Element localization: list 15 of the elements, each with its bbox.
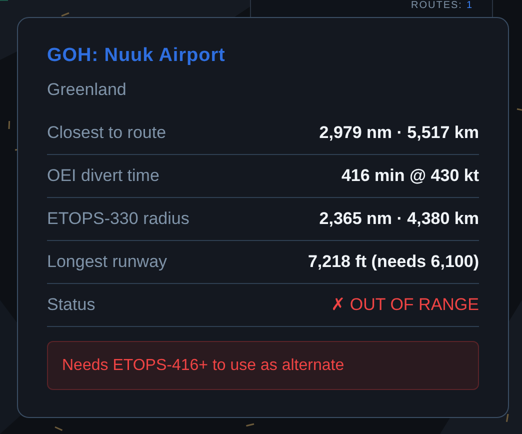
row-value: 7,218 ft (needs 6,100) [308, 251, 479, 274]
row-label: ETOPS-330 radius [47, 208, 190, 230]
status-value: ✗ OUT OF RANGE [331, 294, 479, 316]
warning-box: Needs ETOPS-416+ to use as alternate [47, 341, 479, 390]
row-label: Longest runway [47, 251, 168, 274]
routes-count: 1 [466, 0, 472, 12]
row-value: 416 min @ 430 kt [341, 165, 479, 188]
airport-country: Greenland [47, 79, 128, 101]
row-label: OEI divert time [47, 165, 160, 188]
row-value: 2,979 nm · 5,517 km [319, 122, 479, 144]
routes-label: ROUTES: [410, 0, 462, 12]
airport-title: GOH: Nuuk Airport [47, 44, 226, 68]
row-label: Closest to route [47, 122, 166, 144]
row-value: 2,365 nm · 4,380 km [319, 208, 479, 230]
row-label: Status [47, 294, 96, 316]
